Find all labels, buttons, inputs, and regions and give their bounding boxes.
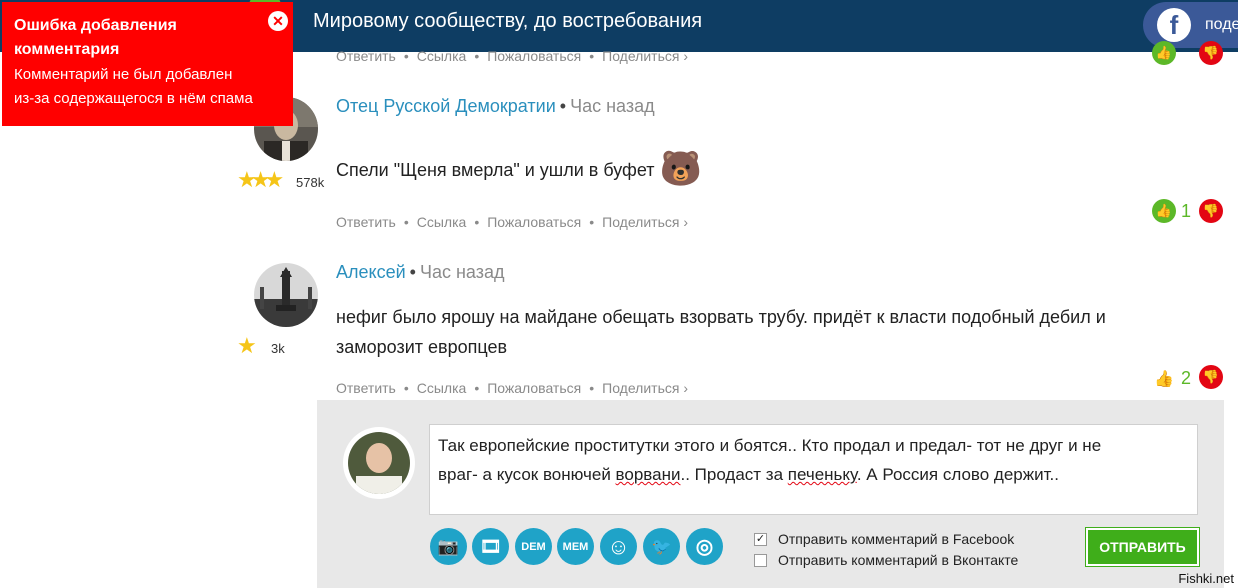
vote-up-button[interactable]: 👍 xyxy=(1152,366,1176,390)
action-separator: • xyxy=(403,214,409,230)
action-separator: • xyxy=(589,380,595,396)
permalink-link[interactable]: Ссылка xyxy=(417,214,467,230)
error-message-line2: из-за содержащегося в нём спама xyxy=(14,90,253,107)
smiley-icon[interactable]: ☺ xyxy=(600,528,637,565)
bear-emoji-icon: 🐻 xyxy=(659,150,702,188)
action-separator: • xyxy=(403,48,409,64)
comment-actions: Ответить • Ссылка • Пожаловаться • Поделиться … xyxy=(336,214,688,230)
permalink-link[interactable]: Ссылка xyxy=(417,48,467,64)
page-title: Мировому сообществу, до востребования xyxy=(313,10,703,32)
misspelled-word: ворвани xyxy=(615,465,681,484)
comment-text: Спели "Щеня вмерла" и ушли в буфет 🐻 xyxy=(336,152,702,186)
error-title: Ошибка добавления комментария xyxy=(14,17,177,58)
action-separator: • xyxy=(403,380,409,396)
reply-link[interactable]: Ответить xyxy=(336,214,396,230)
misspelled-word: печеньку xyxy=(787,465,857,484)
vote-down-button[interactable]: 👎 xyxy=(1199,199,1223,223)
comment-textarea[interactable]: Так европейские проститутки этого и боят… xyxy=(429,424,1198,515)
report-link[interactable]: Пожаловаться xyxy=(487,214,581,230)
share-link[interactable]: Поделиться › xyxy=(602,214,688,230)
vk-checkbox[interactable] xyxy=(754,553,767,567)
close-icon[interactable]: ✕ xyxy=(268,11,288,31)
vote-down-button[interactable]: 👎 xyxy=(1199,41,1223,65)
reply-text-segment: . А Россия слово держит.. xyxy=(856,465,1059,484)
vk-checkbox-label: Отправить комментарий в Вконтакте xyxy=(778,552,1019,568)
permalink-link[interactable]: Ссылка xyxy=(417,380,467,396)
meme-button[interactable]: MEM xyxy=(557,528,594,565)
user-rating: 578k xyxy=(296,175,325,190)
action-separator: • xyxy=(474,380,480,396)
comment-header: Алексей • Час назад xyxy=(336,262,505,283)
vote-count: 2 xyxy=(1181,368,1192,388)
comment-text: нефиг было ярошу на майдане обещать взор… xyxy=(336,302,1106,362)
comment-time: Час назад xyxy=(570,96,655,116)
comment-time: Час назад xyxy=(419,262,505,282)
reply-text-line1: Так европейские проститутки этого и боят… xyxy=(438,436,1102,455)
reply-text-line2: враг- а кусок вонючей ворвани.. Продаст … xyxy=(438,460,1189,489)
comment-author[interactable]: Алексей xyxy=(336,262,406,282)
action-separator: • xyxy=(589,214,595,230)
comment-author[interactable]: Отец Русской Демократии xyxy=(336,96,556,116)
report-link[interactable]: Пожаловаться xyxy=(487,48,581,64)
camera-icon[interactable]: 📷 xyxy=(430,528,467,565)
vote-up-button[interactable]: 👍 xyxy=(1152,41,1176,65)
rating-star-icon: ★ xyxy=(237,334,257,359)
facebook-checkbox-row[interactable]: ✓ Отправить комментарий в Facebook xyxy=(754,531,1014,547)
facebook-icon: f xyxy=(1157,8,1191,42)
comment-actions: Ответить • Ссылка • Пожаловаться • Поделиться … xyxy=(336,380,688,396)
error-message-line1: Комментарий не был добавлен xyxy=(14,66,233,83)
user-rating: 3k xyxy=(271,341,285,356)
avatar[interactable] xyxy=(254,263,318,327)
reply-text-segment: враг- а кусок вонючей xyxy=(438,465,616,484)
demotivator-button[interactable]: DEM xyxy=(515,528,552,565)
time-separator: • xyxy=(559,96,567,116)
comment-actions-top: Ответить • Ссылка • Пожаловаться • Поделиться … xyxy=(336,48,688,64)
twitter-icon[interactable]: 🐦 xyxy=(643,528,680,565)
submit-button[interactable]: ОТПРАВИТЬ xyxy=(1086,528,1199,566)
comment-body-line2: заморозит европцев xyxy=(336,337,508,357)
vote-up-button[interactable]: 👍 xyxy=(1152,199,1176,223)
watermark: Fishki.net xyxy=(1178,571,1234,586)
comment-body-line1: нефиг было ярошу на майдане обещать взор… xyxy=(336,307,1106,327)
comment-header: Отец Русской Демократии • Час назад xyxy=(336,96,655,117)
facebook-checkbox[interactable]: ✓ xyxy=(754,532,767,546)
time-separator: • xyxy=(409,262,416,282)
facebook-checkbox-label: Отправить комментарий в Facebook xyxy=(778,531,1015,547)
facebook-share-button[interactable]: f поде xyxy=(1143,2,1238,48)
share-link[interactable]: Поделиться › xyxy=(602,380,688,396)
action-separator: • xyxy=(474,48,480,64)
vote-count: 1 xyxy=(1181,201,1192,221)
error-notification: Ошибка добавления комментария Комментари… xyxy=(2,2,293,126)
vote-down-button[interactable]: 👎 xyxy=(1199,365,1223,389)
reply-link[interactable]: Ответить xyxy=(336,380,396,396)
report-link[interactable]: Пожаловаться xyxy=(487,380,581,396)
comment-body: Спели "Щеня вмерла" и ушли в буфет xyxy=(336,160,655,180)
instagram-icon[interactable]: ◎ xyxy=(686,528,723,565)
facebook-share-label: поде xyxy=(1205,16,1238,33)
action-separator: • xyxy=(474,214,480,230)
reply-text-segment: .. Продаст за xyxy=(680,465,788,484)
video-icon[interactable]: 🎞 xyxy=(472,528,509,565)
vk-checkbox-row[interactable]: Отправить комментарий в Вконтакте xyxy=(754,552,1018,568)
error-message: Комментарий не был добавлен из-за содерж… xyxy=(14,63,281,111)
action-separator: • xyxy=(589,48,595,64)
current-user-avatar xyxy=(343,427,415,499)
rating-stars: ★★★ xyxy=(237,168,284,193)
share-link[interactable]: Поделиться › xyxy=(602,48,688,64)
reply-link[interactable]: Ответить xyxy=(336,48,396,64)
